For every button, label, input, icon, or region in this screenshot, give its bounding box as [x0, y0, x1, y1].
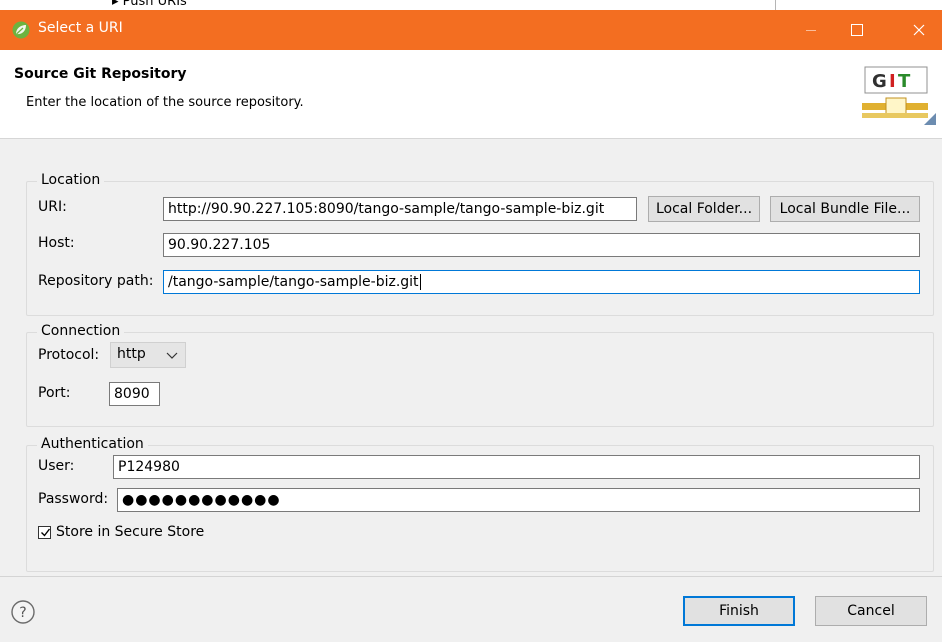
authentication-legend: Authentication — [37, 436, 148, 452]
location-legend: Location — [37, 172, 105, 188]
repository-path-input[interactable]: /tango-sample/tango-sample-biz.git — [163, 270, 920, 294]
minimize-button[interactable] — [788, 10, 834, 50]
window-title: Select a URI — [38, 20, 123, 36]
uri-input[interactable]: http://90.90.227.105:8090/tango-sample/t… — [163, 197, 637, 221]
local-bundle-file-button[interactable]: Local Bundle File... — [770, 196, 920, 222]
checkmark-icon — [41, 528, 51, 537]
git-icon: G I T — [862, 66, 936, 125]
port-label: Port: — [38, 385, 71, 401]
spring-leaf-icon — [12, 21, 30, 39]
password-label: Password: — [38, 491, 109, 507]
footer-divider — [0, 576, 942, 577]
host-input[interactable]: 90.90.227.105 — [163, 233, 920, 257]
tree-item-push-uris: ▸ Push URIs — [112, 0, 187, 9]
protocol-select[interactable]: http — [110, 342, 186, 368]
protocol-value: http — [117, 346, 146, 362]
git-icon-letter-i: I — [889, 71, 896, 92]
page-description: Enter the location of the source reposit… — [26, 95, 304, 110]
git-icon-letter-g: G — [872, 71, 887, 92]
repository-path-label: Repository path: — [38, 273, 154, 289]
text-caret — [419, 274, 421, 290]
uri-label: URI: — [38, 199, 67, 215]
close-button[interactable] — [896, 10, 942, 50]
help-icon[interactable]: ? — [11, 600, 35, 624]
divider — [775, 0, 776, 10]
local-folder-button[interactable]: Local Folder... — [648, 196, 760, 222]
background-window: ▸ Push URIs — [0, 0, 942, 10]
store-secure-checkbox[interactable] — [38, 526, 51, 539]
user-label: User: — [38, 458, 75, 474]
cancel-button[interactable]: Cancel — [815, 596, 927, 626]
password-input[interactable]: ●●●●●●●●●●●● — [117, 488, 920, 512]
close-icon — [913, 24, 925, 36]
maximize-icon — [851, 24, 863, 36]
connection-legend: Connection — [37, 323, 125, 339]
help-icon-glyph: ? — [19, 605, 26, 621]
port-input[interactable]: 8090 — [109, 382, 160, 406]
finish-button[interactable]: Finish — [683, 596, 795, 626]
dialog-window: Select a URI Source Git Repository Enter… — [0, 10, 942, 642]
user-input[interactable]: P124980 — [113, 455, 920, 479]
maximize-button[interactable] — [834, 10, 880, 50]
minimize-icon — [806, 29, 816, 31]
host-label: Host: — [38, 235, 75, 251]
chevron-down-icon — [166, 352, 178, 359]
store-secure-label[interactable]: Store in Secure Store — [56, 524, 204, 540]
protocol-label: Protocol: — [38, 347, 100, 363]
title-bar[interactable]: Select a URI — [0, 10, 942, 50]
page-title: Source Git Repository — [14, 66, 187, 82]
wizard-header: Source Git Repository Enter the location… — [0, 50, 942, 139]
git-icon-letter-t: T — [898, 71, 911, 92]
